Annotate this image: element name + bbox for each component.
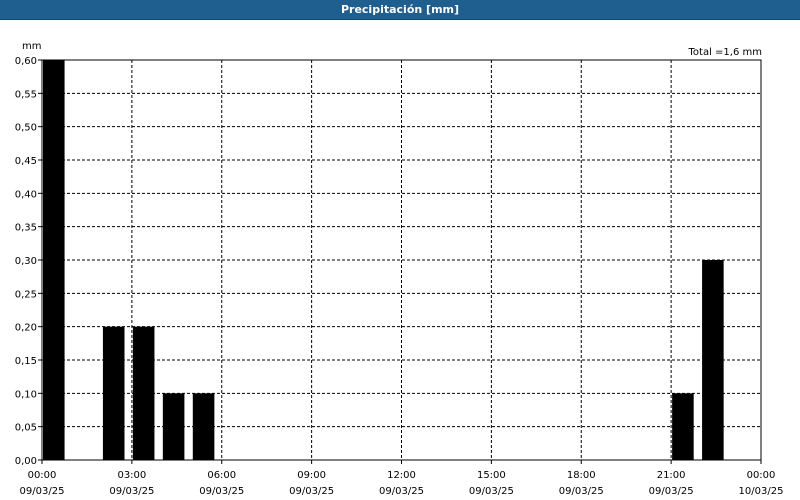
x-tick-date-label: 09/03/25 (649, 486, 694, 497)
label-layer: 0,00 0,05 0,10 0,15 0,20 0,25 0,30 0,35 0,40 0,45… (15, 56, 784, 497)
x-tick-time-label: 18:00 (567, 470, 596, 481)
x-tick-time-label: 00:00 (747, 470, 776, 481)
x-tick-time-label: 15:00 (477, 470, 506, 481)
precip-bar (132, 326, 155, 460)
y-tick-label: 0,60 (15, 56, 37, 67)
y-tick-label: 0,35 (15, 223, 37, 234)
y-tick-label: 0,40 (15, 189, 37, 200)
y-tick-label: 0,55 (15, 89, 37, 100)
precip-bar (672, 393, 694, 460)
x-tick-time-label: 00:00 (28, 470, 57, 481)
x-tick-date-label: 09/03/25 (289, 486, 334, 497)
precip-bar (102, 326, 125, 460)
y-tick-label: 0,30 (15, 256, 37, 267)
y-tick-label: 0,10 (15, 389, 37, 400)
y-tick-label: 0,20 (15, 323, 37, 334)
x-tick-date-label: 09/03/25 (20, 486, 65, 497)
precip-bar (702, 260, 724, 460)
y-tick-label: 0,45 (15, 156, 37, 167)
x-tick-date-label: 09/03/25 (469, 486, 514, 497)
y-tick-label: 0,05 (15, 423, 37, 434)
precip-bar (43, 60, 65, 460)
precip-bar (162, 393, 185, 460)
chart-area: 0,00 0,05 0,10 0,15 0,20 0,25 0,30 0,35 0,40 0,45… (0, 20, 800, 500)
y-tick-label: 0,25 (15, 289, 37, 300)
x-tick-date-label: 10/03/25 (739, 486, 784, 497)
x-tick-date-label: 09/03/25 (199, 486, 244, 497)
total-label: Total =1,6 mm (688, 47, 762, 58)
chart-title: Precipitación [mm] (0, 0, 800, 20)
x-tick-time-label: 03:00 (117, 470, 146, 481)
y-unit-label: mm (22, 41, 41, 52)
y-tick-label: 0,15 (15, 356, 37, 367)
x-tick-time-label: 09:00 (297, 470, 326, 481)
x-tick-time-label: 12:00 (387, 470, 416, 481)
x-tick-date-label: 09/03/25 (379, 486, 424, 497)
x-tick-date-label: 09/03/25 (559, 486, 604, 497)
x-tick-time-label: 21:00 (657, 470, 686, 481)
y-tick-label: 0,50 (15, 123, 37, 134)
x-tick-time-label: 06:00 (207, 470, 236, 481)
x-tick-date-label: 09/03/25 (109, 486, 154, 497)
precipitation-chart: 0,00 0,05 0,10 0,15 0,20 0,25 0,30 0,35 0,40 0,45… (15, 41, 784, 497)
y-tick-label: 0,00 (15, 456, 37, 467)
precip-bar (192, 393, 215, 460)
